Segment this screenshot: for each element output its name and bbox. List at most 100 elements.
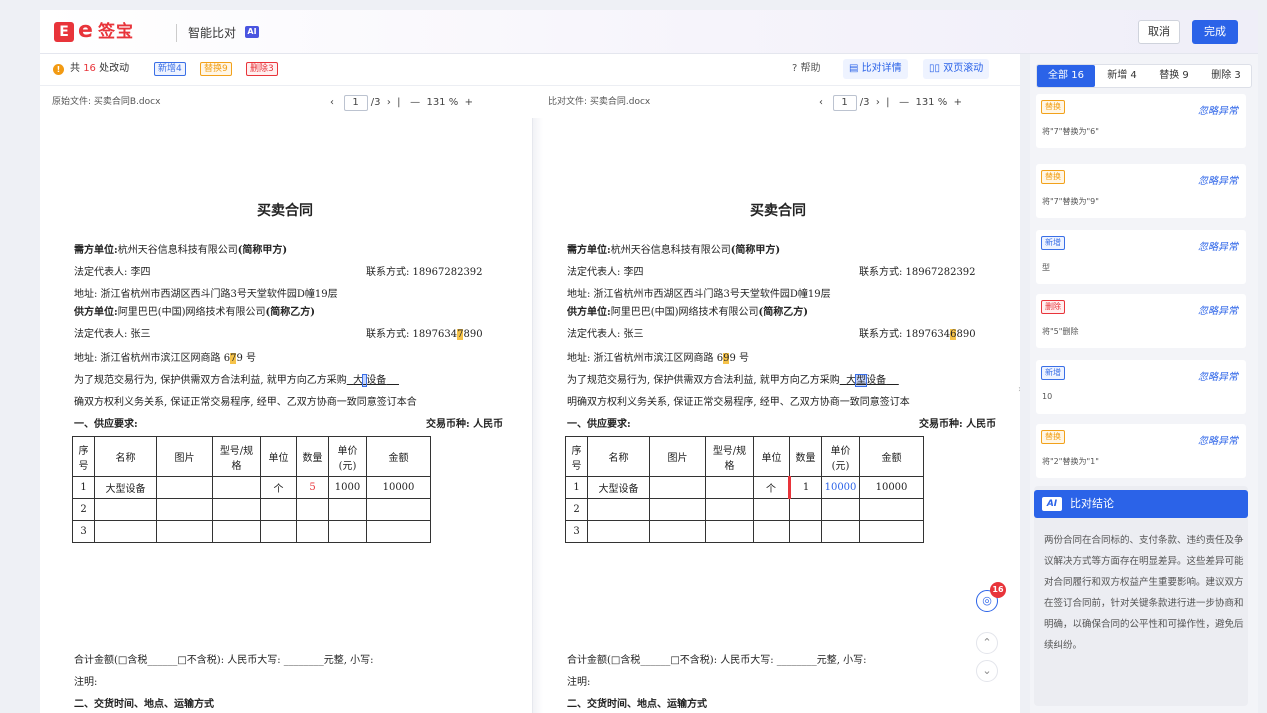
seller-line: 供方单位:阿里巴巴(中国)网络技术有限公司(简称乙方) [74,307,315,318]
add-highlight[interactable]: 10000 [821,476,860,499]
change-type-tag: 删除 [1041,300,1065,314]
rep-line-1: 法定代表人: 李四 [74,267,151,278]
ignore-button[interactable]: 忽略异常 [1198,432,1238,447]
cancel-button[interactable]: 取消 [1138,20,1180,44]
ignore-button[interactable]: 忽略异常 [1198,302,1238,317]
contact-line-1: 联系方式: 18967282392 [859,267,976,278]
help-link[interactable]: ? 帮助 [792,62,821,76]
total-line: 合计金额(□含税______□不含税): 人民币大写: ________元整, … [74,655,374,666]
table-header-row: 序号 名称 图片 型号/规格 单位 数量 单价(元) 金额 [72,436,431,477]
para-line-1: 为了规范交易行为, 保护供需双方合法利益, 就甲方向乙方采购 大型设备 [567,374,887,387]
change-description: 型 [1042,263,1050,272]
zoom-out-icon[interactable]: — [410,97,420,108]
product-name: 智能比对 [188,26,237,40]
ignore-button[interactable]: 忽略异常 [1198,238,1238,253]
ignore-button[interactable]: 忽略异常 [1198,172,1238,187]
esign-logo-icon: E [54,22,74,42]
conclusion-header: AI 比对结论 [1034,490,1248,518]
change-card[interactable]: 替换 忽略异常 将"2"替换为"1" [1036,424,1246,478]
warning-icon: ! [53,64,64,75]
th-model: 型号/规格 [212,436,261,477]
tag-replace-count[interactable]: 替换9 [200,62,232,76]
change-type-tag: 替换 [1041,100,1065,114]
add-highlight[interactable]: 型 [855,374,868,387]
change-card[interactable]: 新增 忽略异常 10 [1036,360,1246,414]
page-total: /3 [370,97,381,108]
change-card[interactable]: 删除 忽略异常 将"5"删除 [1036,294,1246,348]
section-2-heading: 二、交货时间、地点、运输方式 [567,699,707,710]
ignore-button[interactable]: 忽略异常 [1198,102,1238,117]
logo-text: 签宝 [98,22,134,42]
change-description: 将"7"替换为"9" [1042,197,1099,206]
unit-cell[interactable]: 个 [753,476,791,499]
table-row: 2 [565,498,924,521]
change-summary-bar: ! 共 16 处改动 新增4 替换9 删除3 ? 帮助 ▤ 比对详情 ▯▯ 双页… [40,54,1020,86]
compare-detail-button[interactable]: ▤ 比对详情 [843,59,908,79]
th-amount: 金额 [366,436,431,477]
next-page-icon[interactable]: › [387,97,391,108]
tab-replace[interactable]: 替换 9 [1149,65,1199,87]
th-price: 单价(元) [328,436,367,477]
prev-change-icon[interactable]: ⌃ [976,632,998,654]
compare-file-label: 比对文件: 买卖合同.docx [548,97,651,107]
top-bar: E e 签宝 智能比对 AI 取消 完成 [40,10,1258,54]
right-page-input[interactable]: 1 [832,95,857,111]
para-line-2: 确双方权利义务关系, 保证正常交易程序, 经甲、乙双方协商一致同意签订本合 [74,397,417,408]
total-line: 合计金额(□含税______□不含税): 人民币大写: ________元整, … [567,655,867,666]
done-button[interactable]: 完成 [1192,20,1238,44]
original-file-label: 原始文件: 买卖合同B.docx [52,97,161,107]
table-row: 1 大型设备 个 1 10000 10000 [565,476,924,499]
zoom-in-icon[interactable]: + [954,97,962,108]
buyer-line: 需方单位:杭州天谷信息科技有限公司(简称甲方) [74,245,288,256]
document-icon: ▤ [849,63,859,74]
th-index: 序号 [72,436,95,477]
floating-controls: ◎ 16 ⌃ ⌄ [970,582,1006,708]
next-change-icon[interactable]: ⌄ [976,660,998,682]
delete-highlight[interactable]: 5 [296,476,329,499]
currency-line: 交易币种: 人民币 [919,419,997,430]
change-type-tag: 替换 [1041,430,1065,444]
price-cell[interactable]: 1000 [328,476,367,499]
zoom-level: 131 % [915,97,948,108]
logo-e: e [78,18,93,43]
ignore-button[interactable]: 忽略异常 [1198,368,1238,383]
section-1-heading: 一、供应要求: [74,419,138,430]
para-line-1: 为了规范交易行为, 保护供需双方合法利益, 就甲方向乙方采购 大 设备 [74,374,387,387]
change-card[interactable]: 替换 忽略异常 将"7"替换为"9" [1036,164,1246,218]
change-card[interactable]: 新增 忽略异常 型 [1036,230,1246,284]
rep-line-2: 法定代表人: 张三 [74,329,151,340]
ai-conclusion-box: AI 比对结论 两份合同在合同标的、支付条款、违约责任及争议解决方式等方面存在明… [1034,486,1248,706]
zoom-out-icon[interactable]: — [899,97,909,108]
table-row: 1 大型设备个 5 1000 10000 [72,476,431,499]
th-qty: 数量 [296,436,329,477]
dual-scroll-button[interactable]: ▯▯ 双页滚动 [923,59,990,79]
app-root: E e 签宝 智能比对 AI 取消 完成 ! 共 16 处改动 新增4 替换9 … [0,0,1267,713]
address-line-1: 地址: 浙江省杭州市西湖区西斗门路3号天堂软件园D幢19层 [567,289,831,300]
left-page-input[interactable]: 1 [343,95,368,111]
change-count: 16 [83,63,96,74]
tag-delete-count[interactable]: 删除3 [246,62,278,76]
divider [176,24,177,42]
section-2-heading: 二、交货时间、地点、运输方式 [74,699,214,710]
table-header-row: 序号 名称 图片 型号/规格 单位 数量 单价(元) 金额 [565,436,924,477]
zoom-in-icon[interactable]: + [465,97,473,108]
prev-page-icon[interactable]: ‹ [330,97,334,108]
next-page-icon[interactable]: › [876,97,880,108]
tag-add-count[interactable]: 新增4 [154,62,186,76]
prev-page-icon[interactable]: ‹ [819,97,823,108]
change-description: 将"5"删除 [1042,327,1079,336]
left-pager: ‹ 1 /3 › | — 131 % + [330,94,473,112]
tab-all[interactable]: 全部 16 [1037,65,1095,87]
tab-delete[interactable]: 删除 3 [1201,65,1251,87]
panel-collapse-icon[interactable]: › [1018,384,1020,395]
ai-badge: AI [245,26,259,38]
ai-icon: AI [1042,497,1062,511]
dual-page-icon: ▯▯ [929,63,941,74]
doc-title: 买卖合同 [257,203,313,219]
seller-line: 供方单位:阿里巴巴(中国)网络技术有限公司(简称乙方) [567,307,808,318]
zoom-level: 131 % [426,97,459,108]
tab-add[interactable]: 新增 4 [1097,65,1147,87]
change-card[interactable]: 替换 忽略异常 将"7"替换为"6" [1036,94,1246,148]
changes-panel: 全部 16 新增 4 替换 9 删除 3 替换 忽略异常 将"7"替换为"6" … [1030,54,1258,713]
qty-cell[interactable]: 1 [789,476,822,499]
